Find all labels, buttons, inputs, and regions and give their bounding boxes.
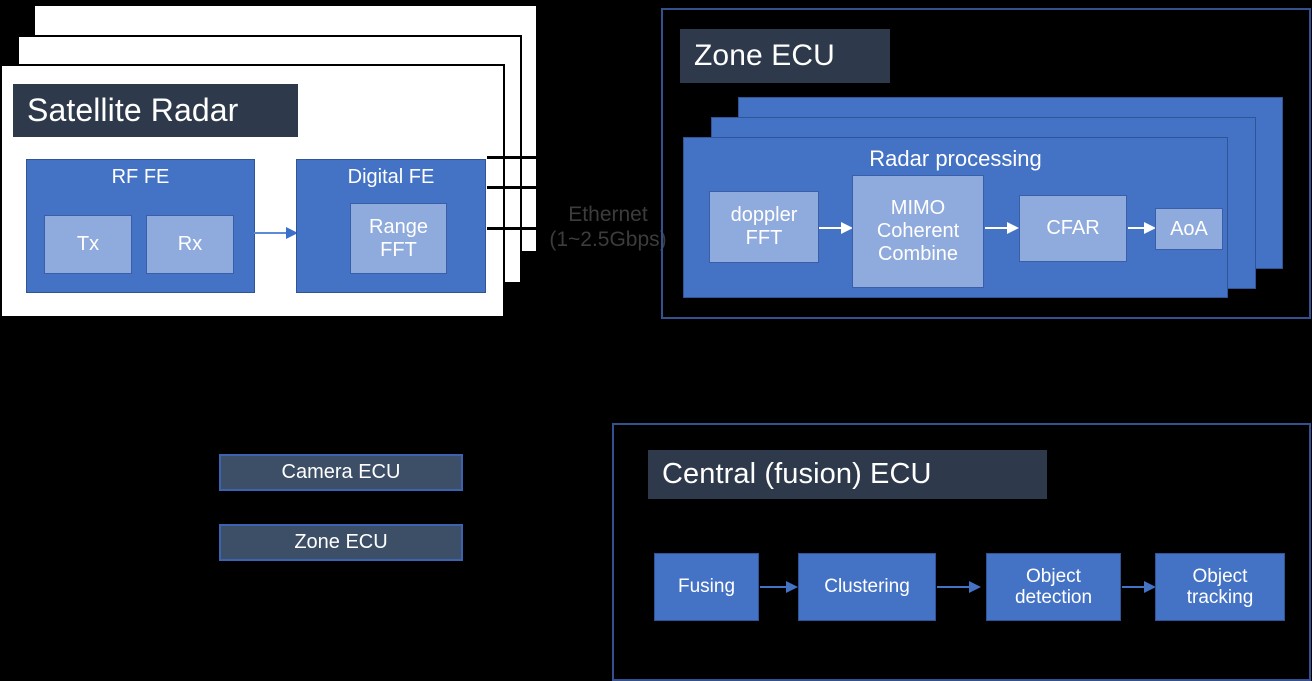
doppler-fft-label: doppler FFT <box>730 204 798 249</box>
zone-ecu-title: Zone ECU <box>694 39 835 72</box>
diagram-canvas: Satellite Radar RF FE Tx Rx Digital FE R… <box>0 0 1312 681</box>
rf-fe-label: RF FE <box>111 166 170 188</box>
cfar-label: CFAR <box>1046 217 1100 240</box>
digital-fe-label: Digital FE <box>347 166 435 188</box>
fusing-label: Fusing <box>677 576 736 598</box>
legend-item-zone-ecu-label: Zone ECU <box>294 531 388 553</box>
ethernet-link-line-2 <box>487 186 557 189</box>
range-fft-block[interactable]: Range FFT <box>350 203 447 274</box>
object-tracking-label: Object tracking <box>1186 565 1254 608</box>
rx-block[interactable]: Rx <box>146 215 234 274</box>
fusing-block[interactable]: Fusing <box>654 553 759 621</box>
ethernet-link-line-3 <box>487 156 557 159</box>
tx-block[interactable]: Tx <box>44 215 132 274</box>
object-detection-block[interactable]: Object detection <box>986 553 1121 621</box>
arrow-rffe-to-digitalfe <box>254 227 298 239</box>
satellite-radar-title-plate: Satellite Radar <box>13 84 298 137</box>
cfar-block[interactable]: CFAR <box>1019 195 1127 262</box>
radar-processing-caption: Radar processing <box>869 146 1042 171</box>
zone-ecu-title-plate: Zone ECU <box>680 29 890 83</box>
clustering-block[interactable]: Clustering <box>798 553 936 621</box>
arrow-cfar-to-aoa <box>1128 222 1156 234</box>
legend-item-camera-ecu-label: Camera ECU <box>281 461 401 483</box>
satellite-radar-title: Satellite Radar <box>27 92 239 128</box>
legend-item-camera-ecu[interactable]: Camera ECU <box>219 454 463 491</box>
clustering-label: Clustering <box>824 576 910 598</box>
rx-label: Rx <box>177 233 203 256</box>
object-tracking-block[interactable]: Object tracking <box>1155 553 1285 621</box>
central-ecu-title-plate: Central (fusion) ECU <box>648 450 1047 499</box>
object-detection-label: Object detection <box>1014 565 1093 608</box>
aoa-block[interactable]: AoA <box>1155 208 1223 250</box>
arrow-doppler-to-mimo <box>819 222 853 234</box>
range-fft-label: Range FFT <box>369 215 428 261</box>
central-ecu-title: Central (fusion) ECU <box>662 458 932 490</box>
arrow-mimo-to-cfar <box>985 222 1019 234</box>
arrow-fusing-to-clustering <box>760 581 798 593</box>
mimo-coherent-combine-block[interactable]: MIMO Coherent Combine <box>852 175 984 288</box>
doppler-fft-block[interactable]: doppler FFT <box>709 191 819 263</box>
tx-label: Tx <box>76 233 100 256</box>
aoa-label: AoA <box>1170 217 1208 240</box>
mimo-coherent-combine-label: MIMO Coherent Combine <box>876 197 960 265</box>
legend-item-zone-ecu[interactable]: Zone ECU <box>219 524 463 561</box>
arrow-clustering-to-object-detection <box>937 581 981 593</box>
